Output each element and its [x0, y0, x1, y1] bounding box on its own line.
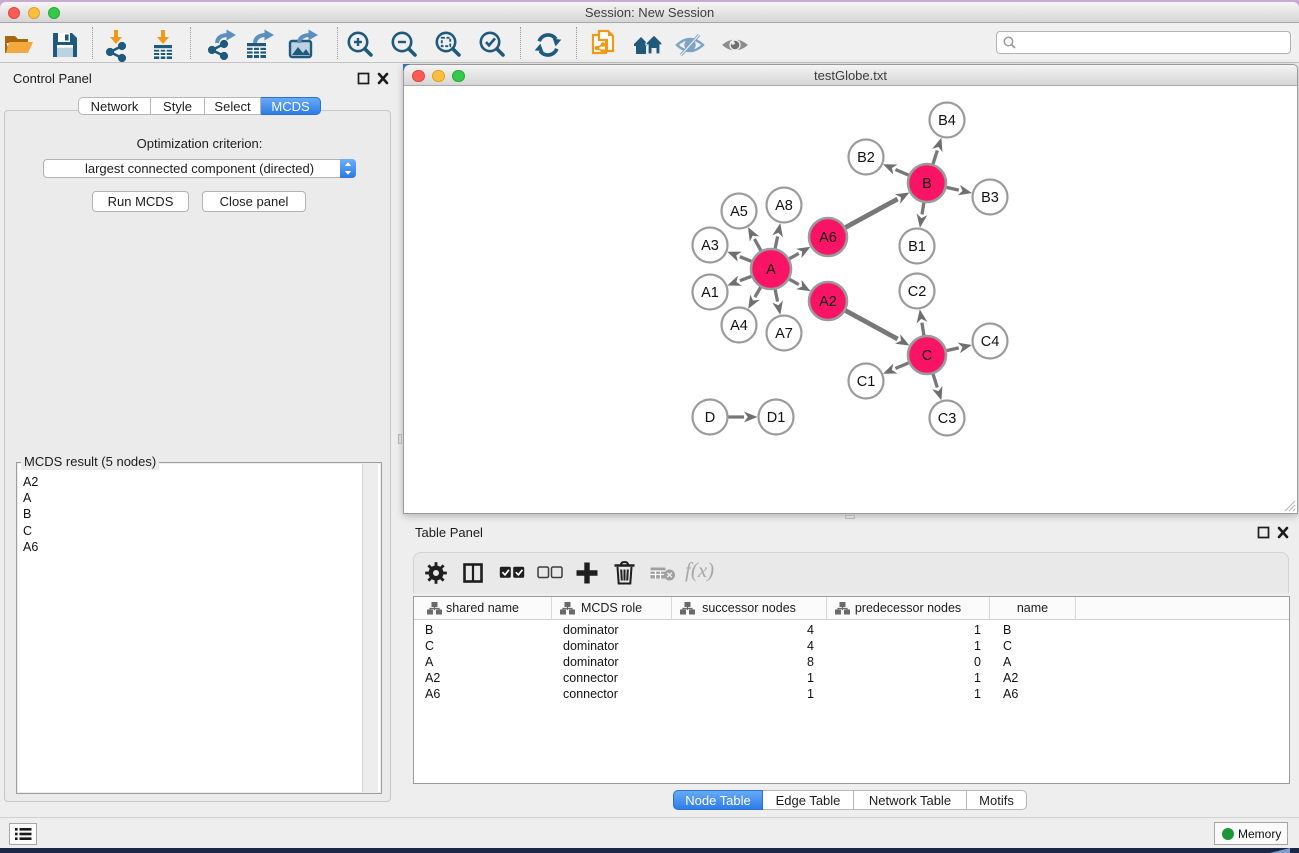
svg-text:A: A: [766, 262, 776, 278]
svg-text:B: B: [922, 176, 932, 192]
svg-text:B1: B1: [908, 239, 926, 255]
svg-text:C2: C2: [908, 284, 927, 300]
svg-text:A1: A1: [701, 285, 719, 301]
svg-text:A5: A5: [730, 204, 748, 220]
svg-text:B3: B3: [981, 190, 999, 206]
svg-text:A6: A6: [819, 230, 837, 246]
svg-text:B4: B4: [938, 113, 956, 129]
svg-text:C1: C1: [857, 374, 876, 390]
svg-text:A4: A4: [730, 318, 748, 334]
svg-text:A8: A8: [775, 198, 793, 214]
svg-text:D1: D1: [767, 410, 786, 426]
svg-text:C3: C3: [938, 411, 957, 427]
svg-text:A3: A3: [701, 238, 719, 254]
svg-text:C: C: [922, 348, 932, 364]
svg-text:A2: A2: [819, 294, 837, 310]
svg-text:B2: B2: [857, 150, 875, 166]
svg-text:A7: A7: [775, 326, 793, 342]
svg-text:C4: C4: [981, 334, 1000, 350]
svg-text:D: D: [705, 410, 715, 426]
